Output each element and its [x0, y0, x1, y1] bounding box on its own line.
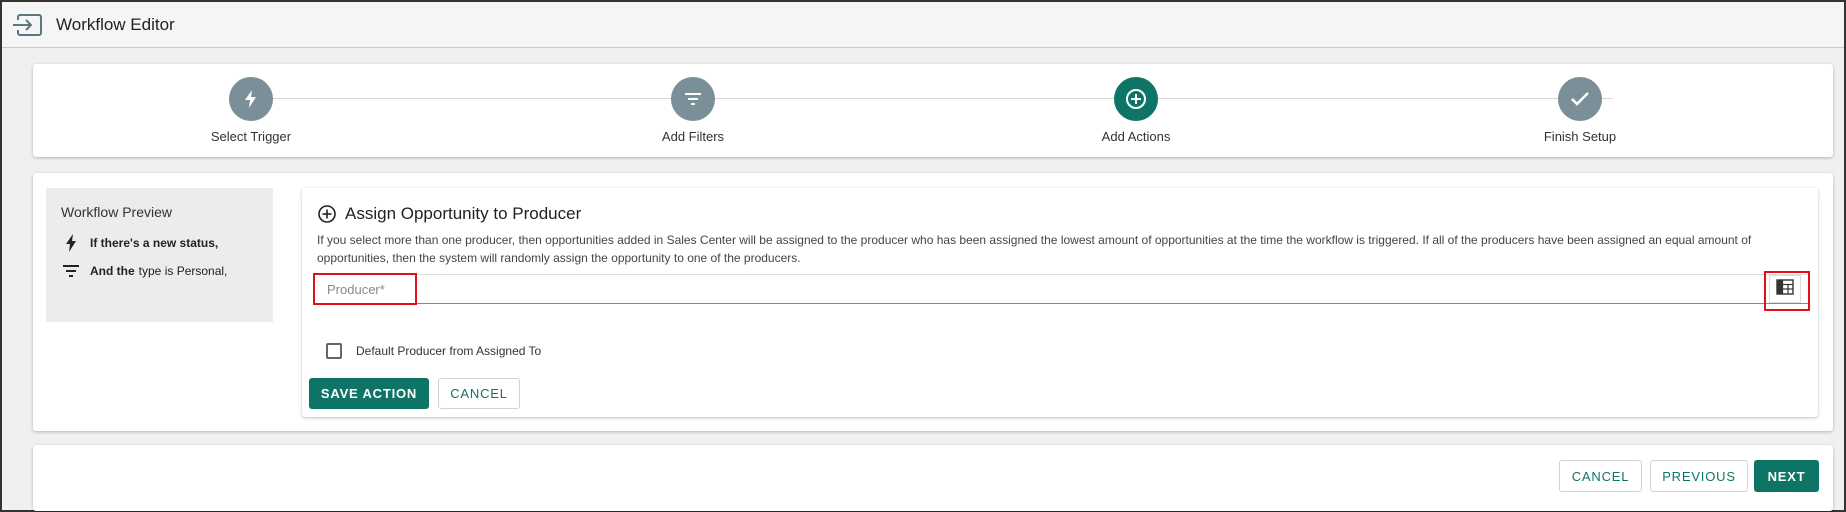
producer-input[interactable]	[315, 275, 1765, 303]
producer-field	[313, 271, 1810, 311]
action-title: Assign Opportunity to Producer	[317, 204, 581, 224]
step-add-filters[interactable]: Add Filters	[593, 77, 793, 144]
default-producer-checkbox[interactable]	[326, 343, 342, 359]
lightning-bolt-icon	[229, 77, 273, 121]
stepper-connector	[251, 98, 1613, 99]
step-select-trigger[interactable]: Select Trigger	[151, 77, 351, 144]
save-action-button[interactable]: SAVE ACTION	[309, 378, 429, 409]
plus-circle-icon	[317, 204, 337, 224]
preview-trigger-text: If there's a new status,	[90, 236, 219, 250]
preview-trigger-row: If there's a new status,	[61, 234, 258, 252]
step-label: Add Actions	[1101, 129, 1171, 144]
action-panel: Assign Opportunity to Producer If you se…	[302, 188, 1818, 417]
step-add-actions[interactable]: Add Actions	[1036, 77, 1236, 144]
default-producer-label: Default Producer from Assigned To	[356, 344, 542, 358]
workflow-main-panel: Workflow Preview If there's a new status…	[33, 173, 1833, 431]
step-label: Finish Setup	[1543, 129, 1617, 144]
table-grid-icon	[1776, 278, 1794, 300]
action-description: If you select more than one producer, th…	[317, 233, 1752, 265]
preview-filter-bold: And the	[90, 264, 135, 278]
previous-button[interactable]: PREVIOUS	[1650, 460, 1748, 492]
default-producer-checkbox-row[interactable]: Default Producer from Assigned To	[326, 343, 541, 359]
producer-picker-button[interactable]	[1769, 275, 1801, 303]
cancel-action-button[interactable]: CANCEL	[438, 378, 520, 409]
stepper: Select Trigger Add Filters Add Actions F…	[33, 64, 1833, 157]
footer-bar: CANCEL PREVIOUS NEXT	[33, 445, 1833, 511]
preview-filter-rest: type is Personal,	[138, 264, 228, 278]
lightning-bolt-icon	[61, 234, 81, 252]
workflow-preview: Workflow Preview If there's a new status…	[46, 188, 273, 322]
title-bar: Workflow Editor	[2, 2, 1844, 48]
filter-icon	[671, 77, 715, 121]
exit-to-app-icon[interactable]	[10, 10, 46, 40]
step-label: Select Trigger	[210, 129, 292, 144]
preview-heading: Workflow Preview	[61, 204, 172, 220]
step-finish-setup[interactable]: Finish Setup	[1480, 77, 1680, 144]
action-title-text: Assign Opportunity to Producer	[345, 204, 582, 223]
check-icon	[1558, 77, 1602, 121]
plus-circle-icon	[1114, 77, 1158, 121]
filter-icon	[61, 265, 81, 277]
step-label: Add Filters	[661, 129, 725, 144]
window-title: Workflow Editor	[56, 14, 175, 34]
preview-filter-row: And the type is Personal,	[61, 262, 258, 280]
next-button[interactable]: NEXT	[1754, 460, 1819, 492]
cancel-button[interactable]: CANCEL	[1559, 460, 1642, 492]
